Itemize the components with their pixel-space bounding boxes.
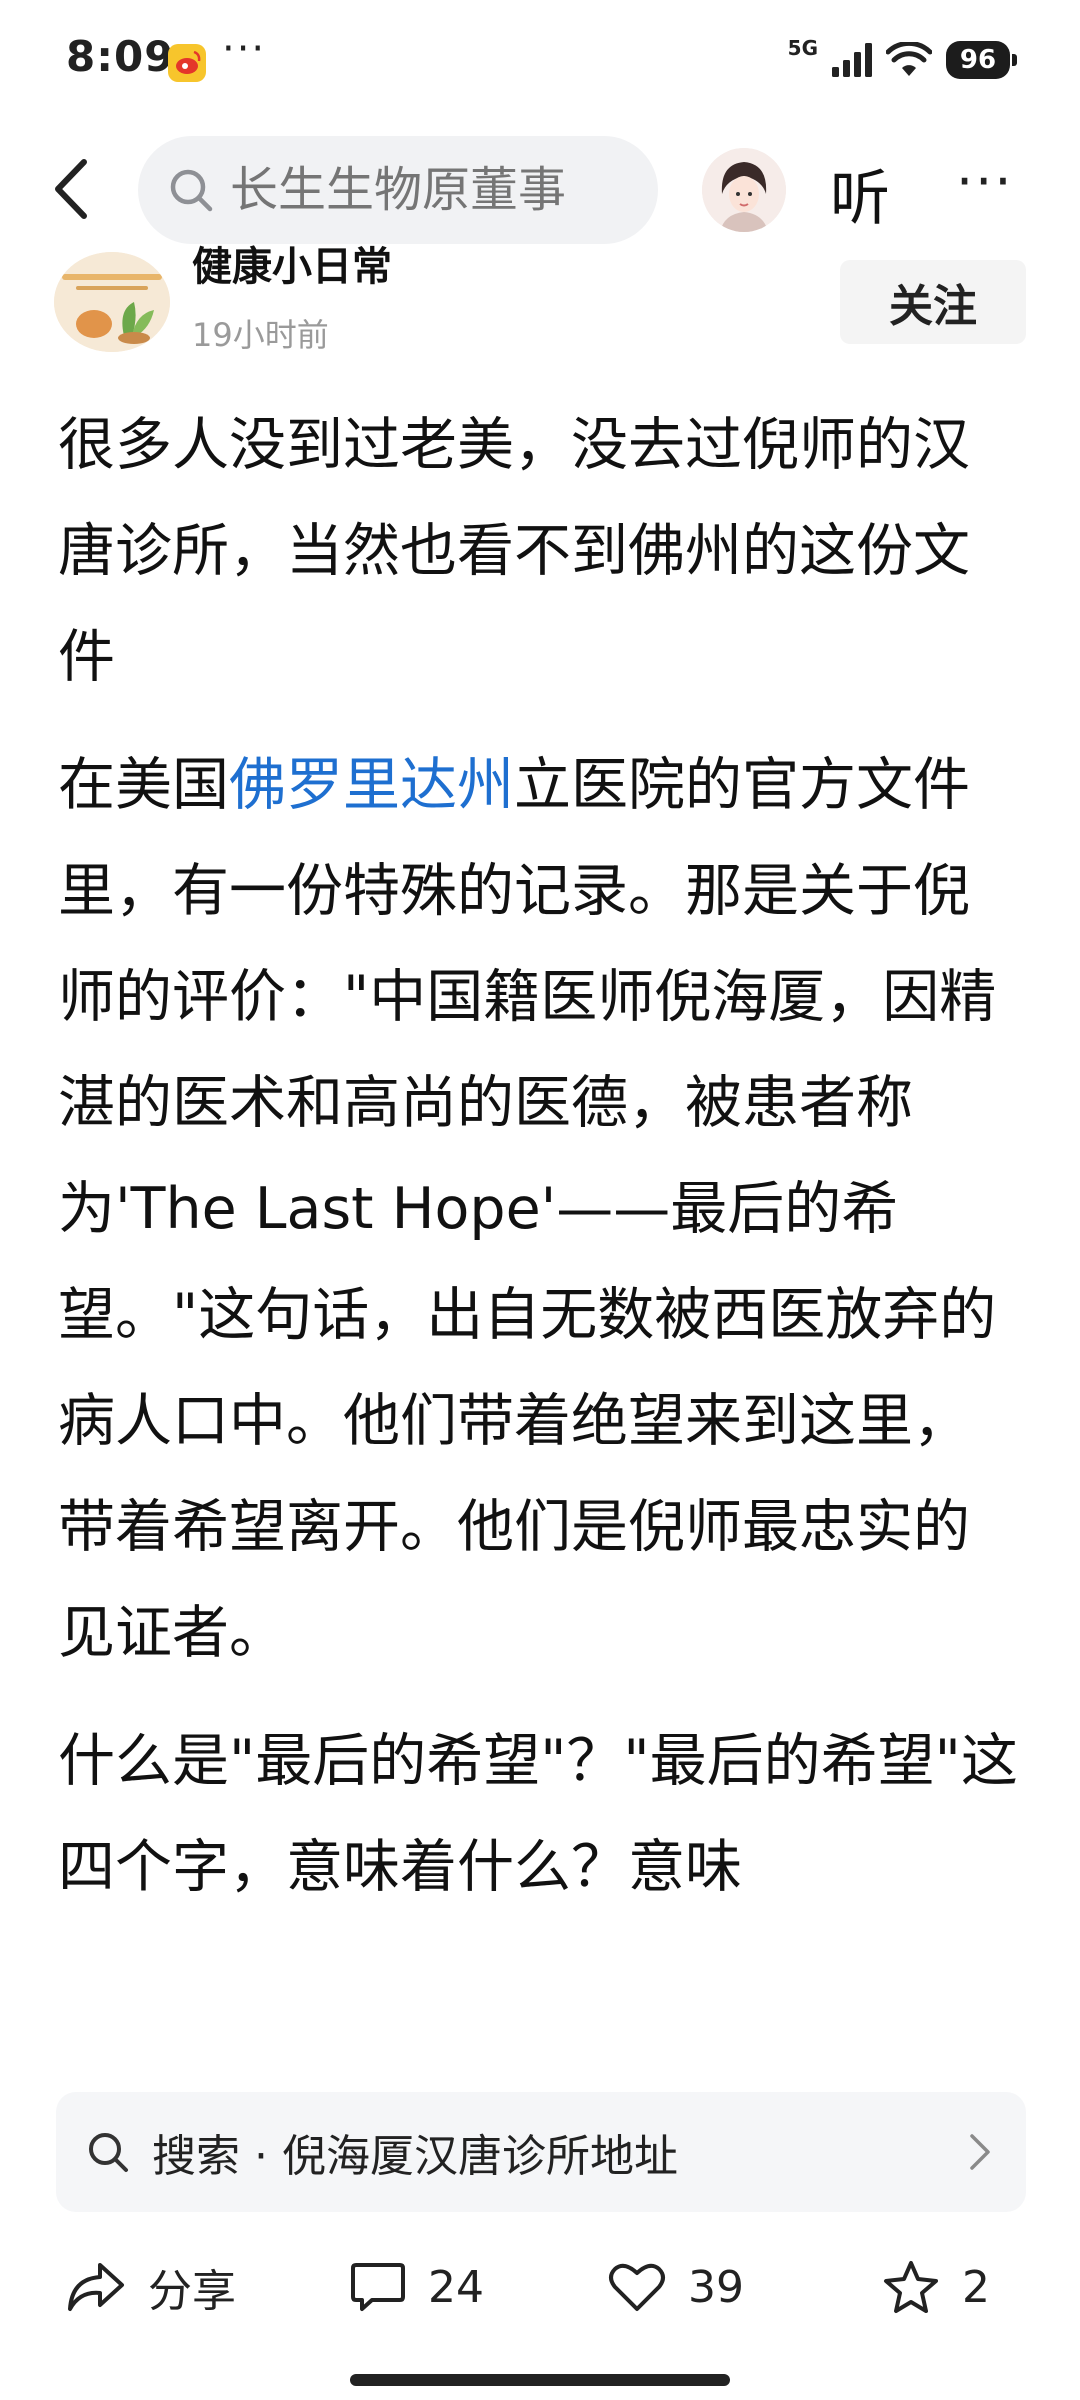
share-button[interactable]: 分享: [66, 2252, 236, 2322]
follow-button[interactable]: 关注: [840, 260, 1026, 344]
search-bar[interactable]: [138, 136, 658, 244]
location-link[interactable]: 佛罗里达州: [229, 752, 514, 818]
favorite-button[interactable]: 2: [882, 2252, 990, 2322]
status-bar: 8:09 ··· 5G 96: [0, 0, 1080, 120]
search-icon: [170, 169, 213, 212]
comment-button[interactable]: 24: [350, 2252, 484, 2322]
battery-icon: 96: [946, 41, 1017, 79]
author-avatar[interactable]: [54, 252, 170, 352]
wifi-icon: [886, 42, 932, 76]
back-arrow-icon[interactable]: [40, 154, 110, 224]
home-indicator[interactable]: [350, 2374, 730, 2386]
status-more-icon: ···: [222, 26, 267, 72]
article-body: 很多人没到过老美，没去过倪师的汉唐诊所，当然也看不到佛州的这份文件 在美国佛罗里…: [58, 392, 1018, 1920]
comment-count: 24: [428, 2261, 484, 2313]
article-text: 立医院的官方文件里，有一份特殊的记录。那是关于倪师的评价："中国籍医师倪海厦，因…: [58, 752, 997, 1666]
screen: 8:09 ··· 5G 96 长生生物原董事 听 ··· 健康小日常 19小时前…: [0, 0, 1080, 2400]
author-name[interactable]: 健康小日常: [192, 234, 392, 292]
listen-button[interactable]: 听: [830, 150, 890, 237]
like-button[interactable]: 39: [608, 2252, 744, 2322]
user-avatar[interactable]: [702, 148, 786, 232]
share-icon: [68, 2263, 124, 2311]
battery-level: 96: [959, 45, 997, 75]
search-icon: [89, 2133, 128, 2172]
heart-icon: [609, 2263, 665, 2311]
more-options-icon[interactable]: ···: [956, 150, 1014, 213]
chevron-right-icon: [970, 2134, 990, 2170]
author-row: 健康小日常 19小时前 关注: [0, 244, 1080, 360]
article-paragraph-3: 什么是"最后的希望"？"最后的希望"这四个字，意味着什么？意味: [58, 1728, 1018, 1900]
star-icon: [884, 2261, 938, 2313]
bottom-action-bar: 分享 24 39 2: [0, 2230, 1080, 2350]
status-time: 8:09: [66, 32, 175, 81]
comment-icon: [351, 2263, 405, 2311]
related-search-bar[interactable]: 搜索 · 倪海厦汉唐诊所地址: [56, 2092, 1026, 2212]
article-text: 在美国: [58, 752, 229, 818]
article-paragraph-2: 在美国佛罗里达州立医院的官方文件里，有一份特殊的记录。那是关于倪师的评价："中国…: [58, 732, 1018, 1686]
article-paragraph-1: 很多人没到过老美，没去过倪师的汉唐诊所，当然也看不到佛州的这份文件: [58, 412, 970, 690]
post-time: 19小时前: [192, 316, 329, 354]
signal-icon: [832, 43, 872, 77]
related-search-text: 搜索 · 倪海厦汉唐诊所地址: [152, 2131, 678, 2182]
share-label: 分享: [148, 2266, 236, 2317]
weibo-notification-icon: [168, 44, 206, 82]
like-count: 39: [688, 2261, 744, 2313]
network-type-label: 5G: [787, 36, 818, 60]
favorite-count: 2: [962, 2261, 990, 2313]
search-input[interactable]: [230, 162, 610, 218]
status-indicators: 5G 96: [787, 36, 1017, 82]
top-nav-bar: 听 ···: [0, 130, 1080, 250]
